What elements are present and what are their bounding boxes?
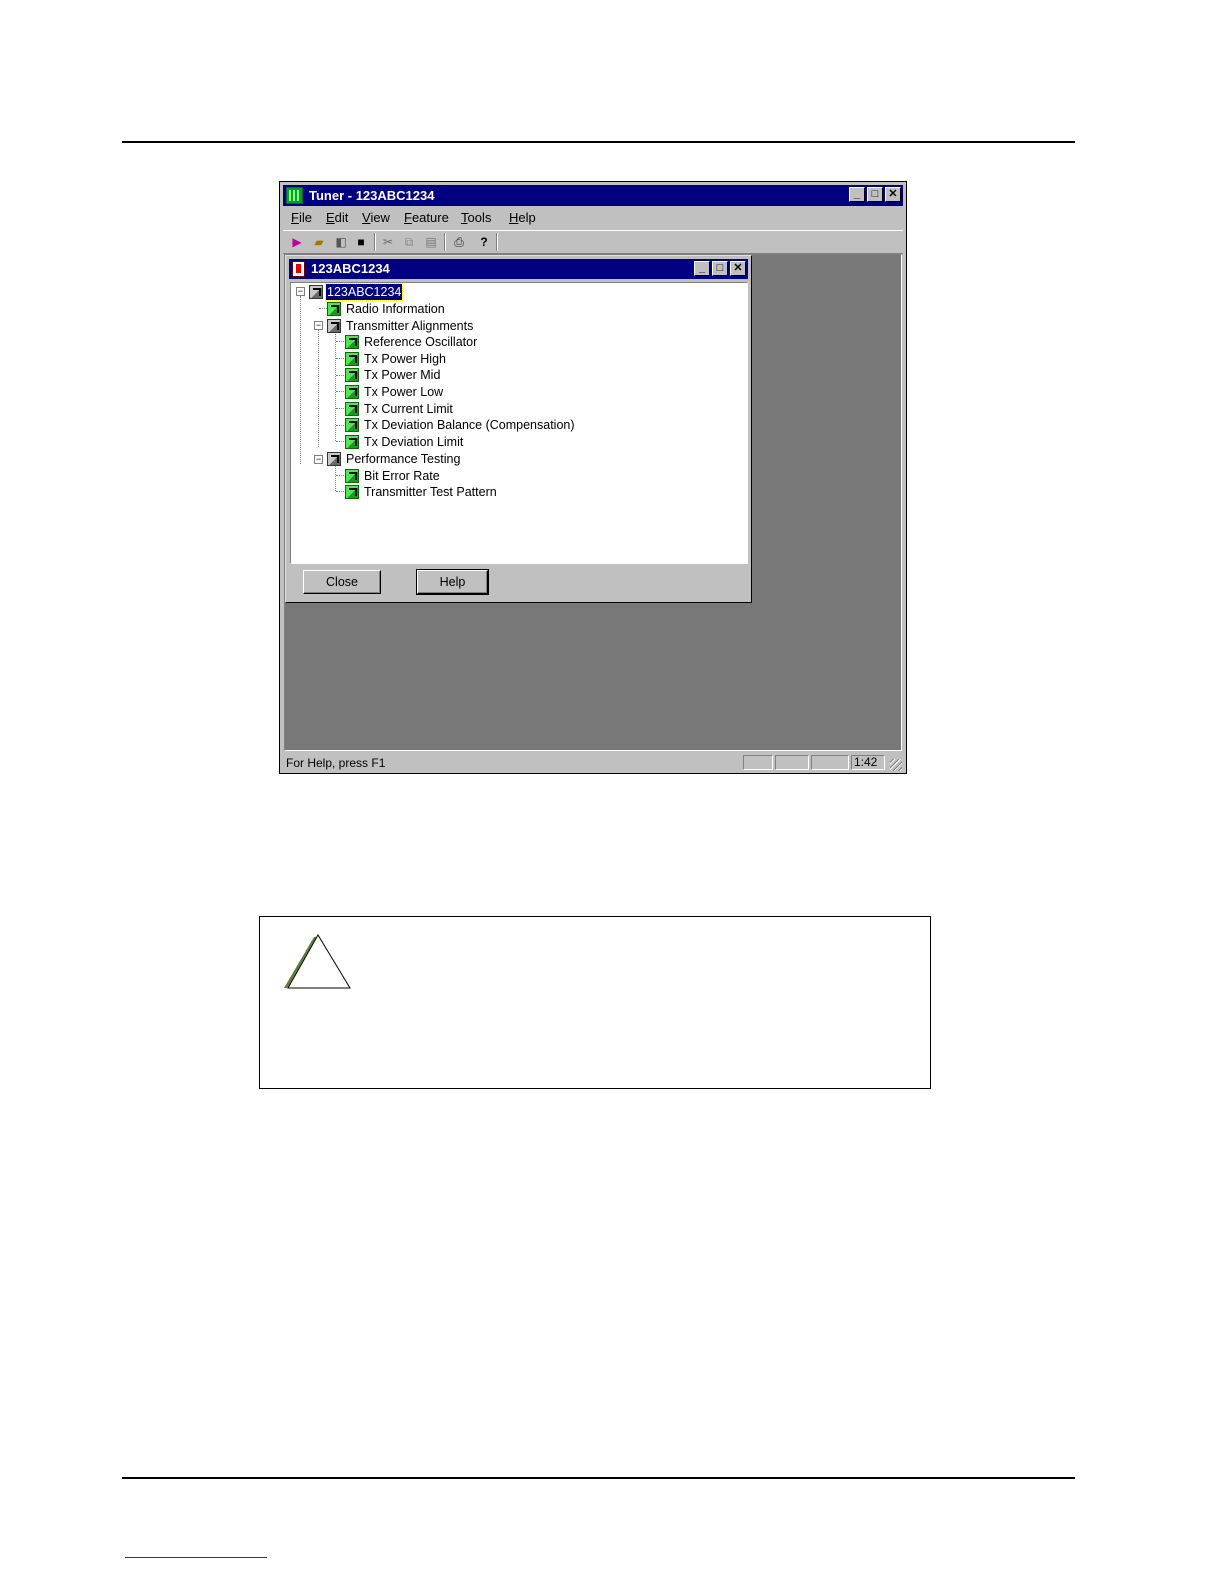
cut-icon[interactable]: ✂ [380,234,396,250]
app-titlebar[interactable]: Tuner - 123ABC1234 _ □ ✕ [283,185,903,206]
alignment-tree[interactable]: − 123ABC1234 Radio Information − Transmi… [290,282,748,564]
radio-tree-window: 123ABC1234 _ □ ✕ − 123ABC1234 Radio Info… [285,255,752,603]
child-minimize-button[interactable]: _ [694,261,710,276]
status-panel [743,755,773,770]
status-text: For Help, press F1 [286,756,386,770]
tree-node-label: Transmitter Test Pattern [364,485,497,499]
help-icon[interactable]: ? [476,234,492,250]
collapse-performance-toggle[interactable]: − [314,455,323,464]
tree-node-label: Reference Oscillator [364,335,478,349]
open-folder-icon[interactable]: ▰ [311,234,327,250]
minimize-button[interactable]: _ [849,187,865,202]
tree-node-label: Tx Power Mid [364,368,441,382]
tree-node-label: Radio Information [346,302,445,316]
app-title: Tuner - 123ABC1234 [309,188,435,203]
green-alignment-icon [345,435,359,449]
caution-triangle-icon [284,934,351,989]
tree-node-label: Tx Deviation Limit [364,435,464,449]
header-rule [122,141,1075,143]
tuner-app-icon[interactable] [286,187,303,204]
tree-node-label: Bit Error Rate [364,469,440,483]
child-titlebar[interactable]: 123ABC1234 _ □ ✕ [289,259,748,279]
menu-bar: File Edit View Feature Tools Help [283,208,903,228]
menu-feature[interactable]: Feature [404,210,449,225]
tuner-window: Tuner - 123ABC1234 _ □ ✕ File Edit View … [279,181,907,774]
green-alignment-icon [345,469,359,483]
green-alignment-icon [327,302,341,316]
green-alignment-icon [345,385,359,399]
tree-node-label: Transmitter Alignments [346,319,474,333]
child-close-button[interactable]: ✕ [730,261,746,276]
child-title: 123ABC1234 [311,261,390,276]
radio-document-icon[interactable] [292,261,305,277]
toolbar: ▶ ▰ ◧ ■ ✂ ⧉ ▤ ⎙ ? [283,230,903,254]
green-alignment-icon [345,335,359,349]
tree-node-label: Tx Current Limit [364,402,453,416]
menu-file[interactable]: File [291,210,312,225]
menu-edit[interactable]: Edit [326,210,348,225]
collapse-transmitter-toggle[interactable]: − [314,321,323,330]
resize-grip-icon[interactable] [890,759,902,771]
child-maximize-button[interactable]: □ [712,261,728,276]
tree-node-label: Tx Deviation Balance (Compensation) [364,418,575,432]
help-button[interactable]: Help [416,569,489,595]
green-alignment-icon [345,418,359,432]
gray-folder-alignment-icon [327,319,341,333]
copy-icon[interactable]: ⧉ [401,234,417,250]
tree-node-label: Tx Power High [364,352,446,366]
connect-icon[interactable]: ▶ [289,234,305,250]
status-bar: For Help, press F1 1:42 [283,754,903,772]
print-icon[interactable]: ⎙ [451,234,467,250]
menu-view[interactable]: View [362,210,390,225]
save-icon[interactable]: ■ [353,234,369,250]
menu-help[interactable]: Help [509,210,536,225]
tree-node-label: Performance Testing [346,452,461,466]
read-radio-icon[interactable]: ◧ [333,234,349,250]
footer-rule [122,1477,1075,1479]
mdi-workspace: 123ABC1234 _ □ ✕ − 123ABC1234 Radio Info… [284,254,902,751]
status-clock: 1:42 [851,755,885,770]
green-alignment-icon [345,485,359,499]
tree-node-label: Tx Power Low [364,385,444,399]
menu-tools[interactable]: Tools [461,210,491,225]
green-alignment-icon [345,352,359,366]
status-panel [775,755,809,770]
collapse-root-toggle[interactable]: − [296,287,305,296]
tree-connector [318,329,319,447]
tree-connector [335,465,336,491]
paste-icon[interactable]: ▤ [423,234,439,250]
caution-box [259,916,931,1089]
gray-folder-alignment-icon [327,452,341,466]
gray-folder-alignment-icon [309,285,323,299]
maximize-button[interactable]: □ [867,187,883,202]
close-window-button[interactable]: ✕ [885,187,901,202]
tree-node-label: 123ABC1234 [324,283,404,301]
status-panel [811,755,849,770]
close-button[interactable]: Close [303,570,381,594]
green-alignment-icon [345,402,359,416]
green-alignment-icon [345,368,359,382]
footer-link-underline [125,1557,267,1558]
tree-connector [300,296,301,464]
